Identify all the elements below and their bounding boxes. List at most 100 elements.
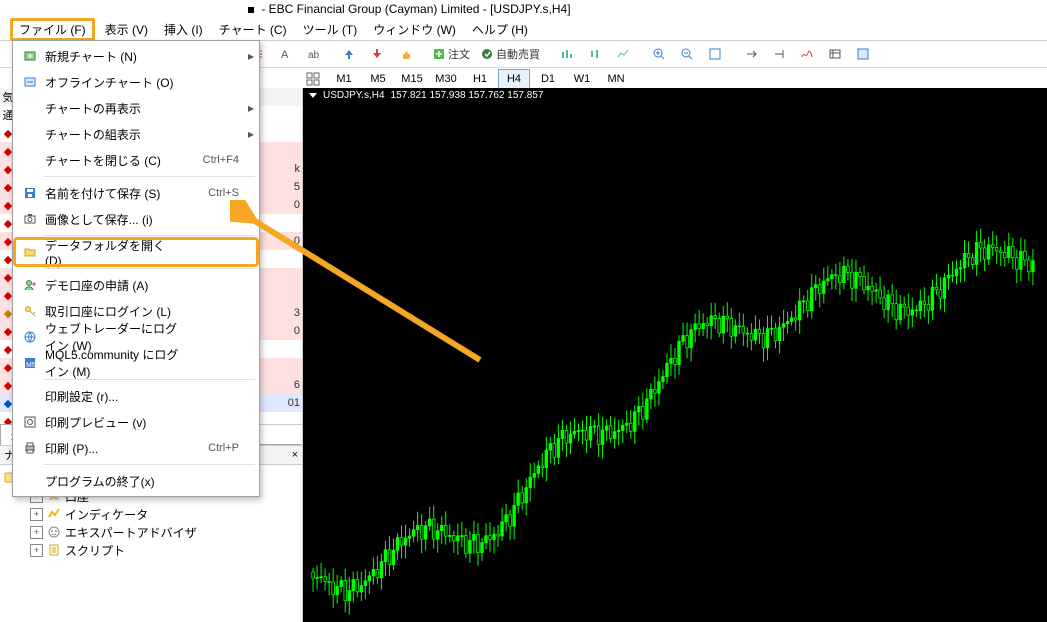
menu-item-close[interactable]: チャートを閉じる (C)Ctrl+F4 xyxy=(15,147,257,173)
menu-item-shortcut: Ctrl+P xyxy=(183,442,245,454)
timeframe-d1[interactable]: D1 xyxy=(532,69,564,89)
blank-icon xyxy=(19,124,41,144)
timeframe-h4[interactable]: H4 xyxy=(498,69,530,89)
text-icon[interactable]: A xyxy=(272,42,298,66)
preview-icon xyxy=(19,412,41,432)
menu-item-label: データフォルダを開く (D) xyxy=(41,237,183,268)
ea-icon xyxy=(47,525,61,539)
file-menu-dropdown: 新規チャート (N)▸オフラインチャート (O)チャートの再表示▸チャートの組表… xyxy=(12,40,260,497)
menu-help[interactable]: ヘルプ (H) xyxy=(466,19,534,40)
indicators-icon[interactable] xyxy=(794,42,820,66)
menu-item-label: 画像として保存... (i) xyxy=(41,211,183,228)
menu-item-mql5[interactable]: M5MQL5.community にログイン (M) xyxy=(15,350,257,376)
timeframe-m1[interactable]: M1 xyxy=(328,69,360,89)
menu-item-label: MQL5.community にログイン (M) xyxy=(41,346,183,380)
thumbs-icon[interactable] xyxy=(392,42,418,66)
nav-item-script[interactable]: + スクリプト xyxy=(4,541,298,559)
menu-item-offline[interactable]: オフラインチャート (O) xyxy=(15,69,257,95)
nav-item-label: エキスパートアドバイザ xyxy=(65,524,197,541)
menu-item-data_folder[interactable]: データフォルダを開く (D) xyxy=(15,239,257,265)
zoom-in-icon[interactable] xyxy=(646,42,672,66)
disk-icon xyxy=(19,183,41,203)
timeframe-m30[interactable]: M30 xyxy=(430,69,462,89)
timeframe-mn[interactable]: MN xyxy=(600,69,632,89)
indicator-icon xyxy=(47,507,61,521)
menu-insert[interactable]: 挿入 (I) xyxy=(158,19,209,40)
camera-icon xyxy=(19,209,41,229)
label-icon[interactable]: ab xyxy=(300,42,326,66)
timeframe-m5[interactable]: M5 xyxy=(362,69,394,89)
arrow-down-icon[interactable] xyxy=(364,42,390,66)
window-title: - EBC Financial Group (Cayman) Limited -… xyxy=(261,2,570,16)
chart-dash-icon xyxy=(19,72,41,92)
mql5-icon: M5 xyxy=(19,353,41,373)
navigator-close-icon[interactable]: × xyxy=(292,449,298,461)
templates-icon[interactable] xyxy=(850,42,876,66)
blank-icon xyxy=(19,386,41,406)
menu-file[interactable]: ファイル (F) xyxy=(10,18,95,41)
timeframe-h1[interactable]: H1 xyxy=(464,69,496,89)
expand-icon[interactable]: + xyxy=(30,526,43,539)
menu-item-print_setup[interactable]: 印刷設定 (r)... xyxy=(15,383,257,409)
menu-item-exit[interactable]: プログラムの終了(x) xyxy=(15,468,257,494)
chart-menu-icon[interactable] xyxy=(309,93,317,98)
zoom-out-icon[interactable] xyxy=(674,42,700,66)
scroll-icon[interactable] xyxy=(738,42,764,66)
nav-item-indicator[interactable]: + インディケータ xyxy=(4,505,298,523)
submenu-arrow-icon: ▸ xyxy=(245,127,257,141)
menu-item-new_chart[interactable]: 新規チャート (N) ▸ xyxy=(15,43,257,69)
shift-icon[interactable] xyxy=(766,42,792,66)
candle-chart-icon[interactable] xyxy=(582,42,608,66)
menu-view[interactable]: 表示 (V) xyxy=(99,19,154,40)
menu-item-save[interactable]: 名前を付けて保存 (S)Ctrl+S xyxy=(15,180,257,206)
menu-item-demo[interactable]: デモ口座の申請 (A) xyxy=(15,272,257,298)
menu-item-reopen[interactable]: チャートの再表示▸ xyxy=(15,95,257,121)
menu-chart[interactable]: チャート (C) xyxy=(213,19,293,40)
blank-icon xyxy=(19,471,41,491)
toolbar-new-order[interactable]: 注文 xyxy=(428,43,474,65)
menu-item-label: チャートの組表示 xyxy=(41,126,183,143)
blank-icon xyxy=(19,150,41,170)
chart-canvas[interactable] xyxy=(303,102,1047,622)
svg-text:ab: ab xyxy=(308,50,320,61)
expand-icon[interactable]: + xyxy=(30,544,43,557)
key-icon xyxy=(19,301,41,321)
line-chart-icon[interactable] xyxy=(610,42,636,66)
nav-item-ea[interactable]: + エキスパートアドバイザ xyxy=(4,523,298,541)
chart-plus-icon xyxy=(19,46,41,66)
menu-item-save_img[interactable]: 画像として保存... (i) xyxy=(15,206,257,232)
blank-icon xyxy=(19,98,41,118)
menu-item-label: 新規チャート (N) xyxy=(41,48,183,65)
printer-icon xyxy=(19,438,41,458)
chart-pane: USDJPY.s,H4 157.821 157.938 157.762 157.… xyxy=(303,88,1047,622)
bar-chart-icon[interactable] xyxy=(554,42,580,66)
app-icon xyxy=(248,7,254,13)
periods-icon[interactable] xyxy=(822,42,848,66)
menu-item-label: 印刷プレビュー (v) xyxy=(41,414,183,431)
menu-item-label: 取引口座にログイン (L) xyxy=(41,303,183,320)
nav-item-label: スクリプト xyxy=(65,542,125,559)
menu-tools[interactable]: ツール (T) xyxy=(297,19,364,40)
menu-item-label: 印刷 (P)... xyxy=(41,440,183,457)
zoom-all-icon[interactable] xyxy=(702,42,728,66)
menu-bar: ファイル (F) 表示 (V) 挿入 (I) チャート (C) ツール (T) … xyxy=(0,18,1047,41)
menu-item-label: デモ口座の申請 (A) xyxy=(41,277,183,294)
menu-item-shortcut: Ctrl+F4 xyxy=(183,154,245,166)
globe-icon xyxy=(19,327,41,347)
timeframe-w1[interactable]: W1 xyxy=(566,69,598,89)
menu-item-label: 名前を付けて保存 (S) xyxy=(41,185,183,202)
expand-icon[interactable]: + xyxy=(30,508,43,521)
chart-symbol: USDJPY.s,H4 xyxy=(323,90,385,101)
arrow-up-icon[interactable] xyxy=(336,42,362,66)
menu-item-print_preview[interactable]: 印刷プレビュー (v) xyxy=(15,409,257,435)
menu-item-shortcut: Ctrl+S xyxy=(183,187,245,199)
toolbar-auto-trade[interactable]: 自動売買 xyxy=(476,43,544,65)
submenu-arrow-icon: ▸ xyxy=(245,49,257,63)
menu-item-print[interactable]: 印刷 (P)...Ctrl+P xyxy=(15,435,257,461)
menu-item-profiles[interactable]: チャートの組表示 ▸ xyxy=(15,121,257,147)
menu-window[interactable]: ウィンドウ (W) xyxy=(367,19,462,40)
timeframe-m15[interactable]: M15 xyxy=(396,69,428,89)
nav-item-label: インディケータ xyxy=(65,506,148,523)
submenu-arrow-icon: ▸ xyxy=(245,101,257,115)
menu-item-label: 印刷設定 (r)... xyxy=(41,388,183,405)
